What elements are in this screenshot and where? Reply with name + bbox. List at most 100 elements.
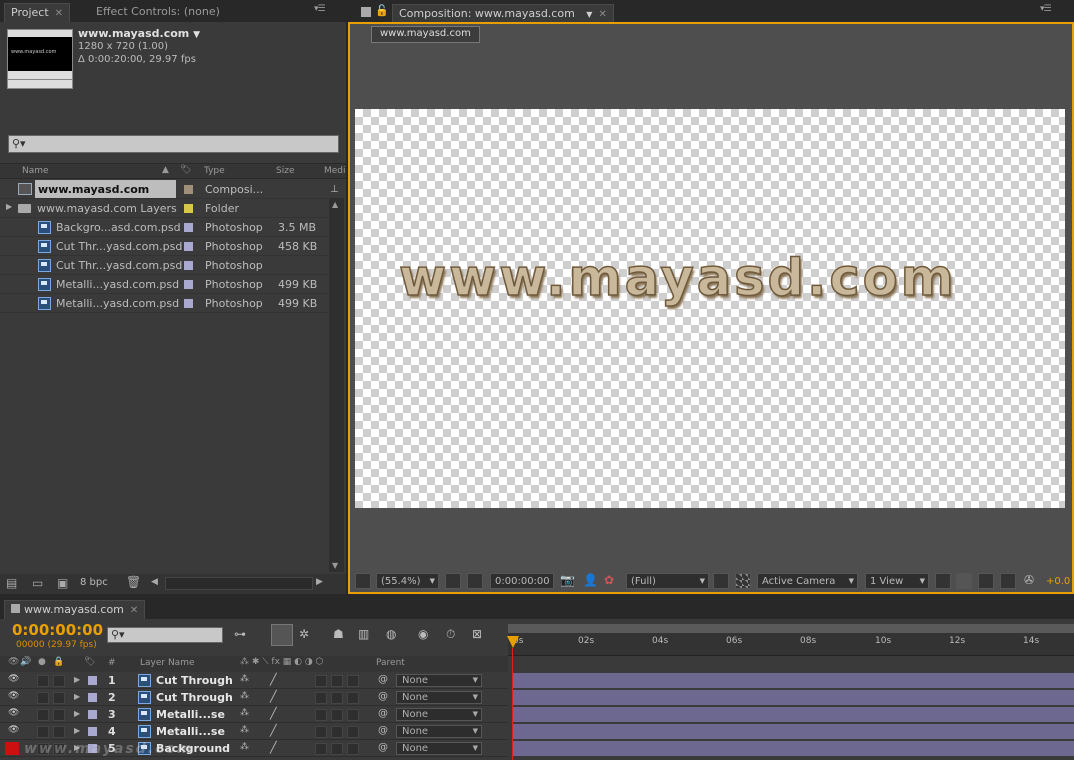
safe-zones-icon[interactable] bbox=[445, 573, 461, 589]
motion-blur-switch[interactable] bbox=[331, 692, 343, 704]
chevron-down-icon[interactable]: ▼ bbox=[193, 30, 200, 40]
tab-effect-controls[interactable]: Effect Controls: (none) bbox=[90, 3, 226, 22]
label-swatch[interactable] bbox=[184, 261, 193, 270]
column-type[interactable]: Type bbox=[204, 166, 225, 176]
frame-blending-icon[interactable]: ▥ bbox=[358, 627, 369, 641]
project-item[interactable]: Cut Thr...yasd.com.psd Photoshop 458 KB bbox=[0, 237, 328, 256]
scroll-down-icon[interactable]: ▼ bbox=[332, 561, 338, 570]
fx-switch[interactable] bbox=[315, 726, 327, 738]
tab-timeline[interactable]: www.mayasd.com ✕ bbox=[4, 600, 146, 619]
project-item[interactable]: Metalli...yasd.com.psd Photoshop 499 KB bbox=[0, 275, 328, 294]
scroll-up-icon[interactable]: ▲ bbox=[332, 200, 338, 209]
motion-blur-switch[interactable] bbox=[331, 743, 343, 755]
zoom-dropdown[interactable]: (55.4%) ▼ bbox=[376, 573, 439, 589]
pick-whip-icon[interactable]: @ bbox=[378, 674, 388, 685]
exposure-value[interactable]: +0.0 bbox=[1046, 576, 1070, 587]
audio-icon[interactable]: 🔊 bbox=[20, 657, 31, 667]
shy-switch-icon[interactable]: ⁂ bbox=[240, 691, 249, 701]
3d-switch[interactable] bbox=[347, 692, 359, 704]
expand-arrow-icon[interactable]: ▶ bbox=[74, 726, 80, 735]
expand-arrow-icon[interactable]: ▶ bbox=[74, 692, 80, 701]
label-swatch[interactable] bbox=[184, 280, 193, 289]
trash-icon[interactable]: 🗑 bbox=[126, 575, 141, 589]
column-name[interactable]: Name bbox=[22, 166, 49, 176]
pick-whip-icon[interactable]: @ bbox=[378, 742, 388, 753]
reset-exposure-icon[interactable]: ✇ bbox=[1024, 573, 1034, 587]
layer-duration-bar[interactable] bbox=[513, 690, 1074, 705]
resolution-dropdown[interactable]: (Full) ▼ bbox=[626, 573, 709, 589]
layer-duration-bar[interactable] bbox=[513, 707, 1074, 722]
column-parent[interactable]: Parent bbox=[376, 658, 405, 668]
switches-icons[interactable]: ⁂ ✱ ⟍ fx ▦ ◐ ◑ ⬡ bbox=[240, 657, 323, 667]
eye-icon[interactable]: 👁 bbox=[8, 691, 19, 701]
flowchart-icon[interactable]: ⊥ bbox=[330, 184, 339, 195]
quality-switch-icon[interactable]: ╱ bbox=[270, 707, 277, 720]
video-toggle-active[interactable] bbox=[5, 742, 19, 755]
lock-toggle[interactable] bbox=[53, 709, 65, 721]
fx-switch[interactable] bbox=[315, 709, 327, 721]
close-icon[interactable]: ✕ bbox=[130, 605, 138, 616]
shy-switch-icon[interactable]: ⁂ bbox=[240, 742, 249, 752]
transparency-grid-icon[interactable] bbox=[735, 573, 751, 589]
horizontal-scrollbar[interactable] bbox=[165, 577, 313, 590]
column-size[interactable]: Size bbox=[276, 166, 294, 176]
layer-name[interactable]: Metalli...se bbox=[156, 725, 225, 738]
quality-switch-icon[interactable]: ╱ bbox=[270, 673, 277, 686]
eye-icon[interactable]: 👁 bbox=[8, 674, 19, 684]
timeline-layer-row[interactable]: 👁 ▶ 2 Cut Through ⁂ ╱ @ None bbox=[0, 689, 1074, 706]
lock-icon[interactable]: 🔓 bbox=[375, 4, 389, 17]
hide-shy-layers-icon[interactable]: ☗ bbox=[333, 627, 344, 641]
column-number[interactable]: # bbox=[108, 658, 116, 668]
panel-menu-icon[interactable]: ▾☰ bbox=[314, 4, 330, 16]
label-swatch[interactable] bbox=[88, 676, 97, 685]
parent-dropdown[interactable]: None bbox=[396, 725, 482, 738]
layer-duration-bar[interactable] bbox=[513, 741, 1074, 756]
eye-icon[interactable]: 👁 bbox=[8, 708, 19, 718]
show-snapshot-icon[interactable]: 👤 bbox=[583, 573, 598, 587]
solo-toggle[interactable] bbox=[37, 692, 49, 704]
label-swatch[interactable] bbox=[184, 242, 193, 251]
3d-switch[interactable] bbox=[347, 709, 359, 721]
expand-arrow-icon[interactable]: ▶ bbox=[74, 675, 80, 684]
label-swatch[interactable] bbox=[184, 223, 193, 232]
motion-blur-switch[interactable] bbox=[331, 726, 343, 738]
close-icon[interactable]: ✕ bbox=[55, 8, 63, 19]
shy-switch-icon[interactable]: ⁂ bbox=[240, 708, 249, 718]
graph-editor-icon[interactable]: ⊠ bbox=[472, 627, 482, 641]
current-time-field[interactable]: 0:00:00:00 bbox=[490, 573, 554, 589]
eye-icon[interactable]: 👁 bbox=[8, 657, 19, 667]
column-media[interactable]: Medi bbox=[324, 166, 346, 176]
fx-switch[interactable] bbox=[315, 675, 327, 687]
bpc-label[interactable]: 8 bpc bbox=[80, 577, 108, 588]
layer-name[interactable]: Cut Through bbox=[156, 674, 233, 687]
column-layer-name[interactable]: Layer Name bbox=[140, 658, 195, 668]
composition-canvas[interactable]: www.mayasd.com bbox=[355, 109, 1065, 508]
tab-project[interactable]: Project ✕ bbox=[4, 3, 71, 22]
parent-dropdown[interactable]: None bbox=[396, 691, 482, 704]
close-icon[interactable]: ✕ bbox=[598, 9, 606, 20]
new-composition-icon[interactable]: ▣ bbox=[57, 576, 68, 590]
shy-switch-icon[interactable]: ⁂ bbox=[240, 725, 249, 735]
comp-breadcrumb[interactable]: www.mayasd.com bbox=[371, 26, 480, 43]
camera-dropdown[interactable]: Active Camera ▼ bbox=[757, 573, 858, 589]
layer-duration-bar[interactable] bbox=[513, 673, 1074, 688]
layer-name[interactable]: Cut Through bbox=[156, 691, 233, 704]
3d-switch[interactable] bbox=[347, 726, 359, 738]
parent-dropdown[interactable]: None bbox=[396, 708, 482, 721]
project-item[interactable]: www.mayasd.com Composi... bbox=[0, 180, 328, 199]
region-of-interest-icon[interactable] bbox=[713, 573, 729, 589]
3d-switch[interactable] bbox=[347, 743, 359, 755]
fx-switch[interactable] bbox=[315, 743, 327, 755]
playhead-handle[interactable] bbox=[507, 636, 519, 648]
project-item[interactable]: Metalli...yasd.com.psd Photoshop 499 KB bbox=[0, 294, 328, 313]
project-item[interactable]: ▶ www.mayasd.com Layers Folder bbox=[0, 199, 328, 218]
toggle-pixel-aspect-icon[interactable] bbox=[935, 573, 951, 589]
brainstorm-icon[interactable]: ◉ bbox=[418, 627, 428, 641]
playhead-line[interactable] bbox=[512, 648, 513, 760]
quality-switch-icon[interactable]: ╱ bbox=[270, 690, 277, 703]
solo-toggle[interactable] bbox=[37, 709, 49, 721]
project-scrollbar[interactable]: ▲ ▼ bbox=[329, 198, 344, 572]
tab-composition[interactable]: Composition: www.mayasd.com ▼ ✕ bbox=[392, 4, 614, 23]
new-folder-icon[interactable]: ▭ bbox=[32, 576, 43, 590]
flowchart-icon[interactable] bbox=[1000, 573, 1016, 589]
